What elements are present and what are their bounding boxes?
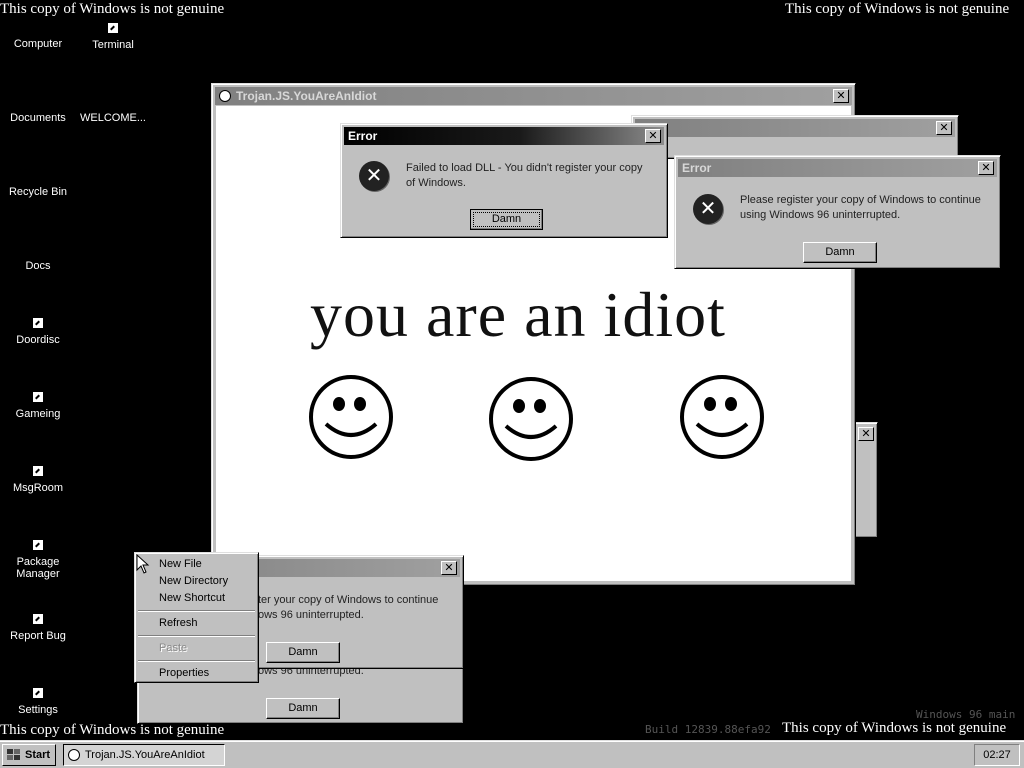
clock[interactable]: 02:27 [974, 744, 1020, 766]
desktop-icon-package-manager[interactable]: Package Manager [1, 540, 75, 580]
smiley-face-icon [489, 377, 573, 461]
shortcut-icon [33, 688, 43, 698]
dialog-title: Error [682, 161, 712, 175]
menu-item-new-file[interactable]: New File [159, 558, 202, 570]
mouse-cursor-icon [136, 554, 150, 574]
start-logo-icon [7, 749, 20, 760]
shortcut-icon [33, 318, 43, 328]
desktop-icon-docs[interactable]: Docs [1, 260, 75, 272]
shortcut-icon [33, 392, 43, 402]
desktop-icon-settings[interactable]: Settings [1, 688, 75, 716]
menu-item-properties[interactable]: Properties [159, 667, 209, 679]
icon-label: Computer [13, 38, 63, 50]
desktop-icon-msgroom[interactable]: MsgRoom [1, 466, 75, 494]
error-titlebar[interactable]: Error ✕ [344, 127, 664, 145]
menu-item-new-shortcut[interactable]: New Shortcut [159, 592, 225, 604]
desktop-icon-report-bug[interactable]: Report Bug [1, 614, 75, 642]
smiley-icon [68, 749, 80, 761]
start-button[interactable]: Start [2, 744, 56, 766]
icon-label: Settings [18, 704, 58, 716]
desktop-icon-welcome[interactable]: WELCOME... [76, 112, 150, 124]
not-genuine-banner: This copy of Windows is not genuine [785, 1, 1010, 17]
start-label: Start [25, 749, 51, 761]
build-watermark-line2: Build 12839.88efa92 [645, 723, 771, 736]
smiley-face-icon [680, 375, 764, 459]
not-genuine-banner: This copy of Windows is not genuine [0, 1, 225, 17]
error-titlebar[interactable]: Error ✕ [678, 159, 997, 177]
error-dialog-dll[interactable]: Error ✕ ✕ Failed to load DLL - You didn'… [340, 123, 668, 238]
icon-label: Terminal [92, 39, 134, 51]
menu-item-refresh[interactable]: Refresh [159, 617, 198, 629]
desktop-icon-terminal[interactable]: Terminal [76, 23, 150, 51]
error-message-line2: ows 96 uninterrupted. [258, 609, 364, 621]
menu-item-new-directory[interactable]: New Directory [159, 575, 228, 587]
background-dialog-titlebar[interactable]: ✕ [635, 119, 955, 137]
not-genuine-banner: This copy of Windows is not genuine [0, 722, 225, 738]
close-button[interactable]: ✕ [441, 561, 457, 575]
window-title: Trojan.JS.YouAreAnIdiot [236, 89, 377, 103]
idiot-text: you are an idiot [310, 279, 726, 350]
desktop-icon-doordisc[interactable]: Doordisc [1, 318, 75, 346]
close-button[interactable]: ✕ [936, 121, 952, 135]
hidden-window[interactable]: ✕ [854, 422, 878, 538]
trojan-titlebar[interactable]: Trojan.JS.YouAreAnIdiot ✕ [215, 87, 852, 105]
error-message: Please register your copy of Windows to … [740, 194, 981, 221]
smiley-face-icon [309, 375, 393, 459]
desktop-icon-computer[interactable]: Computer [1, 38, 75, 50]
icon-label: MsgRoom [12, 482, 64, 494]
icon-label: Package Manager [16, 556, 60, 580]
menu-separator [138, 635, 255, 637]
error-dialog-register[interactable]: Error ✕ ✕ Please register your copy of W… [674, 155, 1001, 269]
close-button[interactable]: ✕ [833, 89, 849, 103]
shortcut-icon [108, 23, 118, 33]
menu-separator [138, 660, 255, 662]
icon-label: Recycle Bin [8, 186, 68, 198]
shortcut-icon [33, 540, 43, 550]
error-message-line1: ter your copy of Windows to continue [258, 594, 439, 606]
background-dialog[interactable]: ✕ [631, 115, 959, 159]
not-genuine-banner: This copy of Windows is not genuine [782, 720, 1007, 736]
shortcut-icon [33, 466, 43, 476]
icon-label: Report Bug [10, 630, 66, 642]
smiley-icon [219, 90, 231, 102]
close-button[interactable]: ✕ [645, 129, 661, 143]
damn-button[interactable]: Damn [470, 209, 543, 230]
error-icon: ✕ [693, 194, 723, 224]
taskbar-item-trojan[interactable]: Trojan.JS.YouAreAnIdiot [63, 744, 225, 766]
desktop-icon-gameing[interactable]: Gameing [1, 392, 75, 420]
desktop-icon-recycle-bin[interactable]: Recycle Bin [1, 186, 75, 198]
damn-button[interactable]: Damn [266, 642, 340, 663]
context-menu[interactable]: New File New Directory New Shortcut Refr… [134, 552, 259, 683]
desktop[interactable]: This copy of Windows is not genuine This… [0, 0, 1024, 740]
icon-label: WELCOME... [79, 112, 146, 124]
icon-label: Gameing [15, 408, 61, 420]
desktop-icon-documents[interactable]: Documents [1, 112, 75, 124]
menu-separator [138, 610, 255, 612]
dialog-title: Error [348, 129, 378, 143]
taskbar: Start Trojan.JS.YouAreAnIdiot 02:27 [0, 740, 1024, 768]
damn-button[interactable]: Damn [803, 242, 877, 263]
icon-label: Documents [10, 112, 66, 124]
error-message: Failed to load DLL - You didn't register… [406, 162, 643, 189]
close-button[interactable]: ✕ [978, 161, 994, 175]
task-label: Trojan.JS.YouAreAnIdiot [85, 749, 205, 761]
shortcut-icon [33, 614, 43, 624]
icon-label: Doordisc [16, 334, 60, 346]
close-icon[interactable]: ✕ [858, 427, 874, 441]
error-icon: ✕ [359, 161, 389, 191]
menu-item-paste: Paste [159, 642, 188, 654]
icon-label: Docs [25, 260, 51, 272]
damn-button[interactable]: Damn [266, 698, 340, 719]
